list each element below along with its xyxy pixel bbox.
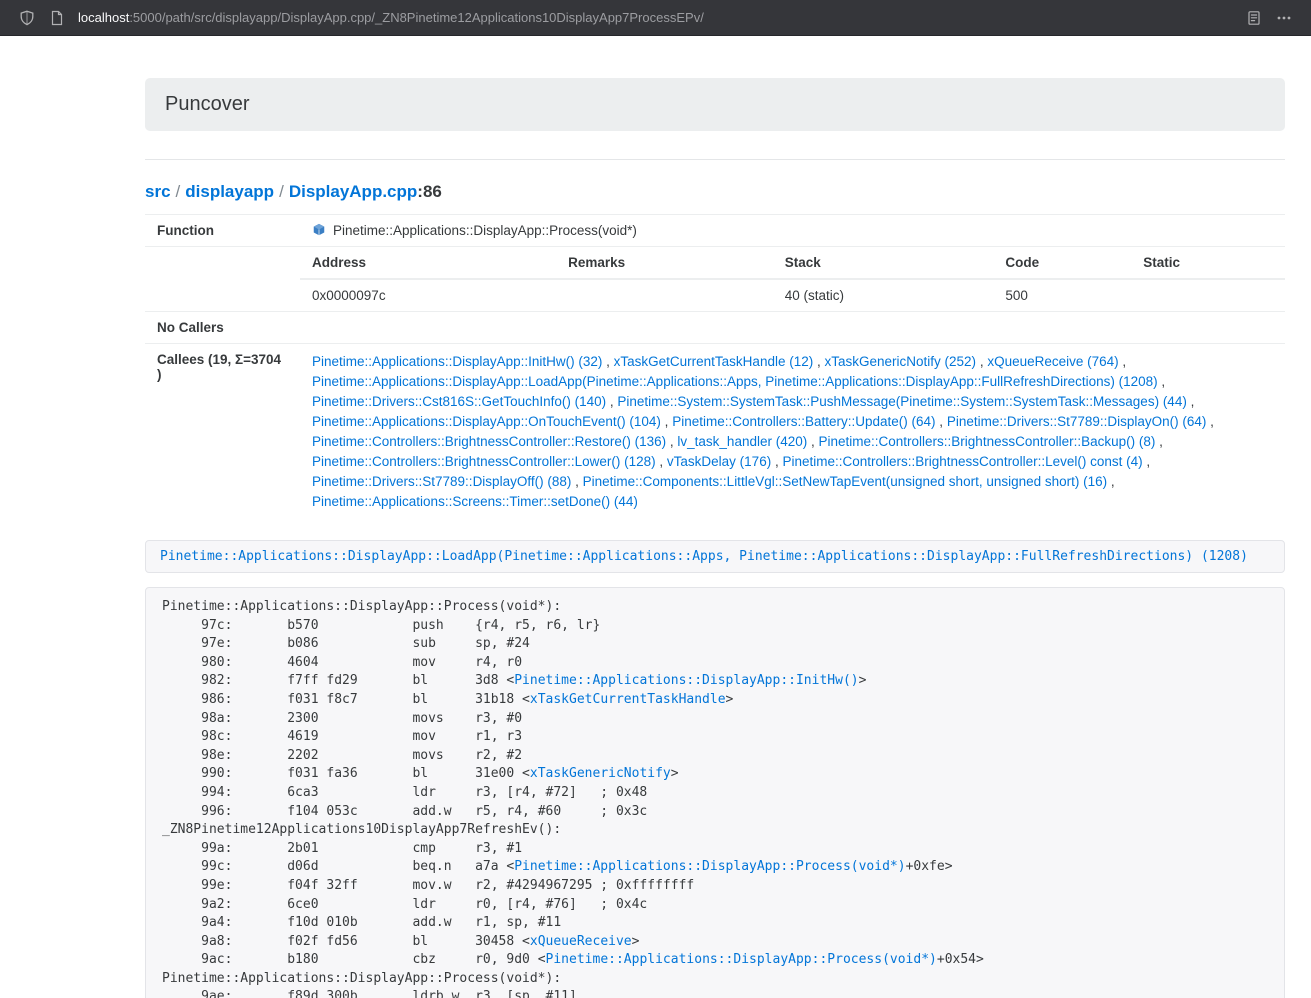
no-callers-label: No Callers <box>145 312 300 344</box>
url-host: localhost <box>78 10 129 25</box>
breadcrumb-separator: / <box>176 182 181 201</box>
page-title: Puncover <box>165 93 1265 116</box>
callee-link[interactable]: Pinetime::Drivers::St7789::DisplayOff() … <box>312 474 571 489</box>
static-value <box>1131 279 1285 311</box>
tracking-protection-shield-icon[interactable] <box>19 10 35 26</box>
stats-container-row: Address Remarks Stack Code Static 0x0000… <box>145 247 1285 312</box>
callee-link[interactable]: vTaskDelay (176) <box>667 454 771 469</box>
function-table: Function Pinetime::Applications::Display… <box>145 214 1285 520</box>
callee-link[interactable]: Pinetime::Applications::DisplayApp::OnTo… <box>312 414 661 429</box>
highlighted-callee-link[interactable]: Pinetime::Applications::DisplayApp::Load… <box>160 549 1248 564</box>
page-actions-menu-icon[interactable] <box>1276 10 1292 26</box>
reader-mode-icon[interactable] <box>1246 10 1262 26</box>
callee-separator: , <box>571 474 582 489</box>
no-callers-value <box>300 312 1285 344</box>
page-container: Puncover src/displayapp/DisplayApp.cpp:8… <box>145 78 1285 998</box>
callee-separator: , <box>1158 374 1166 389</box>
disassembly: Pinetime::Applications::DisplayApp::Proc… <box>145 587 1285 998</box>
stats-header-row: Address Remarks Stack Code Static <box>300 247 1285 279</box>
function-name-cell: Pinetime::Applications::DisplayApp::Proc… <box>300 215 1285 247</box>
callee-link[interactable]: Pinetime::Applications::DisplayApp::Init… <box>312 354 602 369</box>
callee-separator: , <box>1143 454 1151 469</box>
page-info-icon[interactable] <box>49 10 65 26</box>
callee-link[interactable]: Pinetime::Drivers::Cst816S::GetTouchInfo… <box>312 394 606 409</box>
empty-label-cell <box>145 247 300 312</box>
callee-link[interactable]: Pinetime::Components::LittleVgl::SetNewT… <box>583 474 1108 489</box>
column-header-static: Static <box>1131 247 1285 279</box>
line-number: :86 <box>417 182 442 201</box>
disasm-symbol-link[interactable]: Pinetime::Applications::DisplayApp::Proc… <box>546 952 937 967</box>
callee-separator: , <box>807 434 818 449</box>
column-header-stack: Stack <box>773 247 994 279</box>
code-value: 500 <box>993 279 1131 311</box>
remarks-value <box>556 279 773 311</box>
callee-link[interactable]: Pinetime::Controllers::BrightnessControl… <box>312 454 656 469</box>
callee-link[interactable]: xTaskGetCurrentTaskHandle (12) <box>614 354 814 369</box>
callee-separator: , <box>813 354 824 369</box>
disasm-symbol-link[interactable]: Pinetime::Applications::DisplayApp::Init… <box>514 673 858 688</box>
breadcrumb: src/displayapp/DisplayApp.cpp:86 <box>145 182 1285 202</box>
function-label: Function <box>145 215 300 247</box>
no-callers-row: No Callers <box>145 312 1285 344</box>
highlighted-callee-banner: Pinetime::Applications::DisplayApp::Load… <box>145 540 1285 573</box>
column-header-code: Code <box>993 247 1131 279</box>
disasm-symbol-link[interactable]: xQueueReceive <box>530 934 632 949</box>
callee-link[interactable]: xQueueReceive (764) <box>987 354 1118 369</box>
callee-separator: , <box>666 434 677 449</box>
breadcrumb-link-src[interactable]: src <box>145 182 171 201</box>
callee-link[interactable]: xTaskGenericNotify (252) <box>825 354 977 369</box>
breadcrumb-link-file[interactable]: DisplayApp.cpp <box>289 182 417 201</box>
address-value: 0x0000097c <box>300 279 556 311</box>
callee-link[interactable]: Pinetime::Controllers::BrightnessControl… <box>312 434 666 449</box>
breadcrumb-separator: / <box>279 182 284 201</box>
callees-row: Callees (19, Σ=3704 ) Pinetime::Applicat… <box>145 344 1285 521</box>
callee-link[interactable]: Pinetime::Drivers::St7789::DisplayOn() (… <box>947 414 1207 429</box>
callee-separator: , <box>656 454 667 469</box>
stats-cell: Address Remarks Stack Code Static 0x0000… <box>300 247 1285 312</box>
function-name: Pinetime::Applications::DisplayApp::Proc… <box>333 223 637 238</box>
browser-toolbar: localhost:5000/path/src/displayapp/Displ… <box>0 0 1311 36</box>
callee-separator: , <box>1107 474 1115 489</box>
breadcrumb-link-displayapp[interactable]: displayapp <box>185 182 274 201</box>
callee-separator: , <box>976 354 987 369</box>
divider <box>145 159 1285 160</box>
disasm-symbol-link[interactable]: xTaskGenericNotify <box>530 766 671 781</box>
callee-link[interactable]: Pinetime::Controllers::BrightnessControl… <box>782 454 1142 469</box>
callee-link[interactable]: Pinetime::Controllers::Battery::Update()… <box>672 414 935 429</box>
callee-separator: , <box>661 414 672 429</box>
function-icon <box>312 223 326 237</box>
callee-link[interactable]: Pinetime::System::SystemTask::PushMessag… <box>617 394 1186 409</box>
url-bar[interactable]: localhost:5000/path/src/displayapp/Displ… <box>78 10 1239 25</box>
function-row: Function Pinetime::Applications::Display… <box>145 215 1285 247</box>
stats-table: Address Remarks Stack Code Static 0x0000… <box>300 247 1285 311</box>
callee-separator: , <box>602 354 613 369</box>
callee-link[interactable]: Pinetime::Controllers::BrightnessControl… <box>819 434 1156 449</box>
callee-separator: , <box>1119 354 1127 369</box>
callee-separator: , <box>606 394 617 409</box>
url-path: :5000/path/src/displayapp/DisplayApp.cpp… <box>129 10 704 25</box>
callee-separator: , <box>936 414 947 429</box>
callee-link[interactable]: lv_task_handler (420) <box>677 434 807 449</box>
callee-separator: , <box>1155 434 1163 449</box>
callee-separator: , <box>1187 394 1195 409</box>
callee-separator: , <box>1206 414 1214 429</box>
callee-separator: , <box>771 454 782 469</box>
column-header-remarks: Remarks <box>556 247 773 279</box>
callee-link[interactable]: Pinetime::Applications::DisplayApp::Load… <box>312 374 1158 389</box>
callee-link[interactable]: Pinetime::Applications::Screens::Timer::… <box>312 494 638 509</box>
page-header: Puncover <box>145 78 1285 131</box>
callees-label: Callees (19, Σ=3704 ) <box>145 344 300 521</box>
disasm-symbol-link[interactable]: Pinetime::Applications::DisplayApp::Proc… <box>514 859 905 874</box>
disasm-symbol-link[interactable]: xTaskGetCurrentTaskHandle <box>530 692 726 707</box>
callees-list: Pinetime::Applications::DisplayApp::Init… <box>300 344 1285 521</box>
stats-row: 0x0000097c 40 (static) 500 <box>300 279 1285 311</box>
stack-value: 40 (static) <box>773 279 994 311</box>
column-header-address: Address <box>300 247 556 279</box>
